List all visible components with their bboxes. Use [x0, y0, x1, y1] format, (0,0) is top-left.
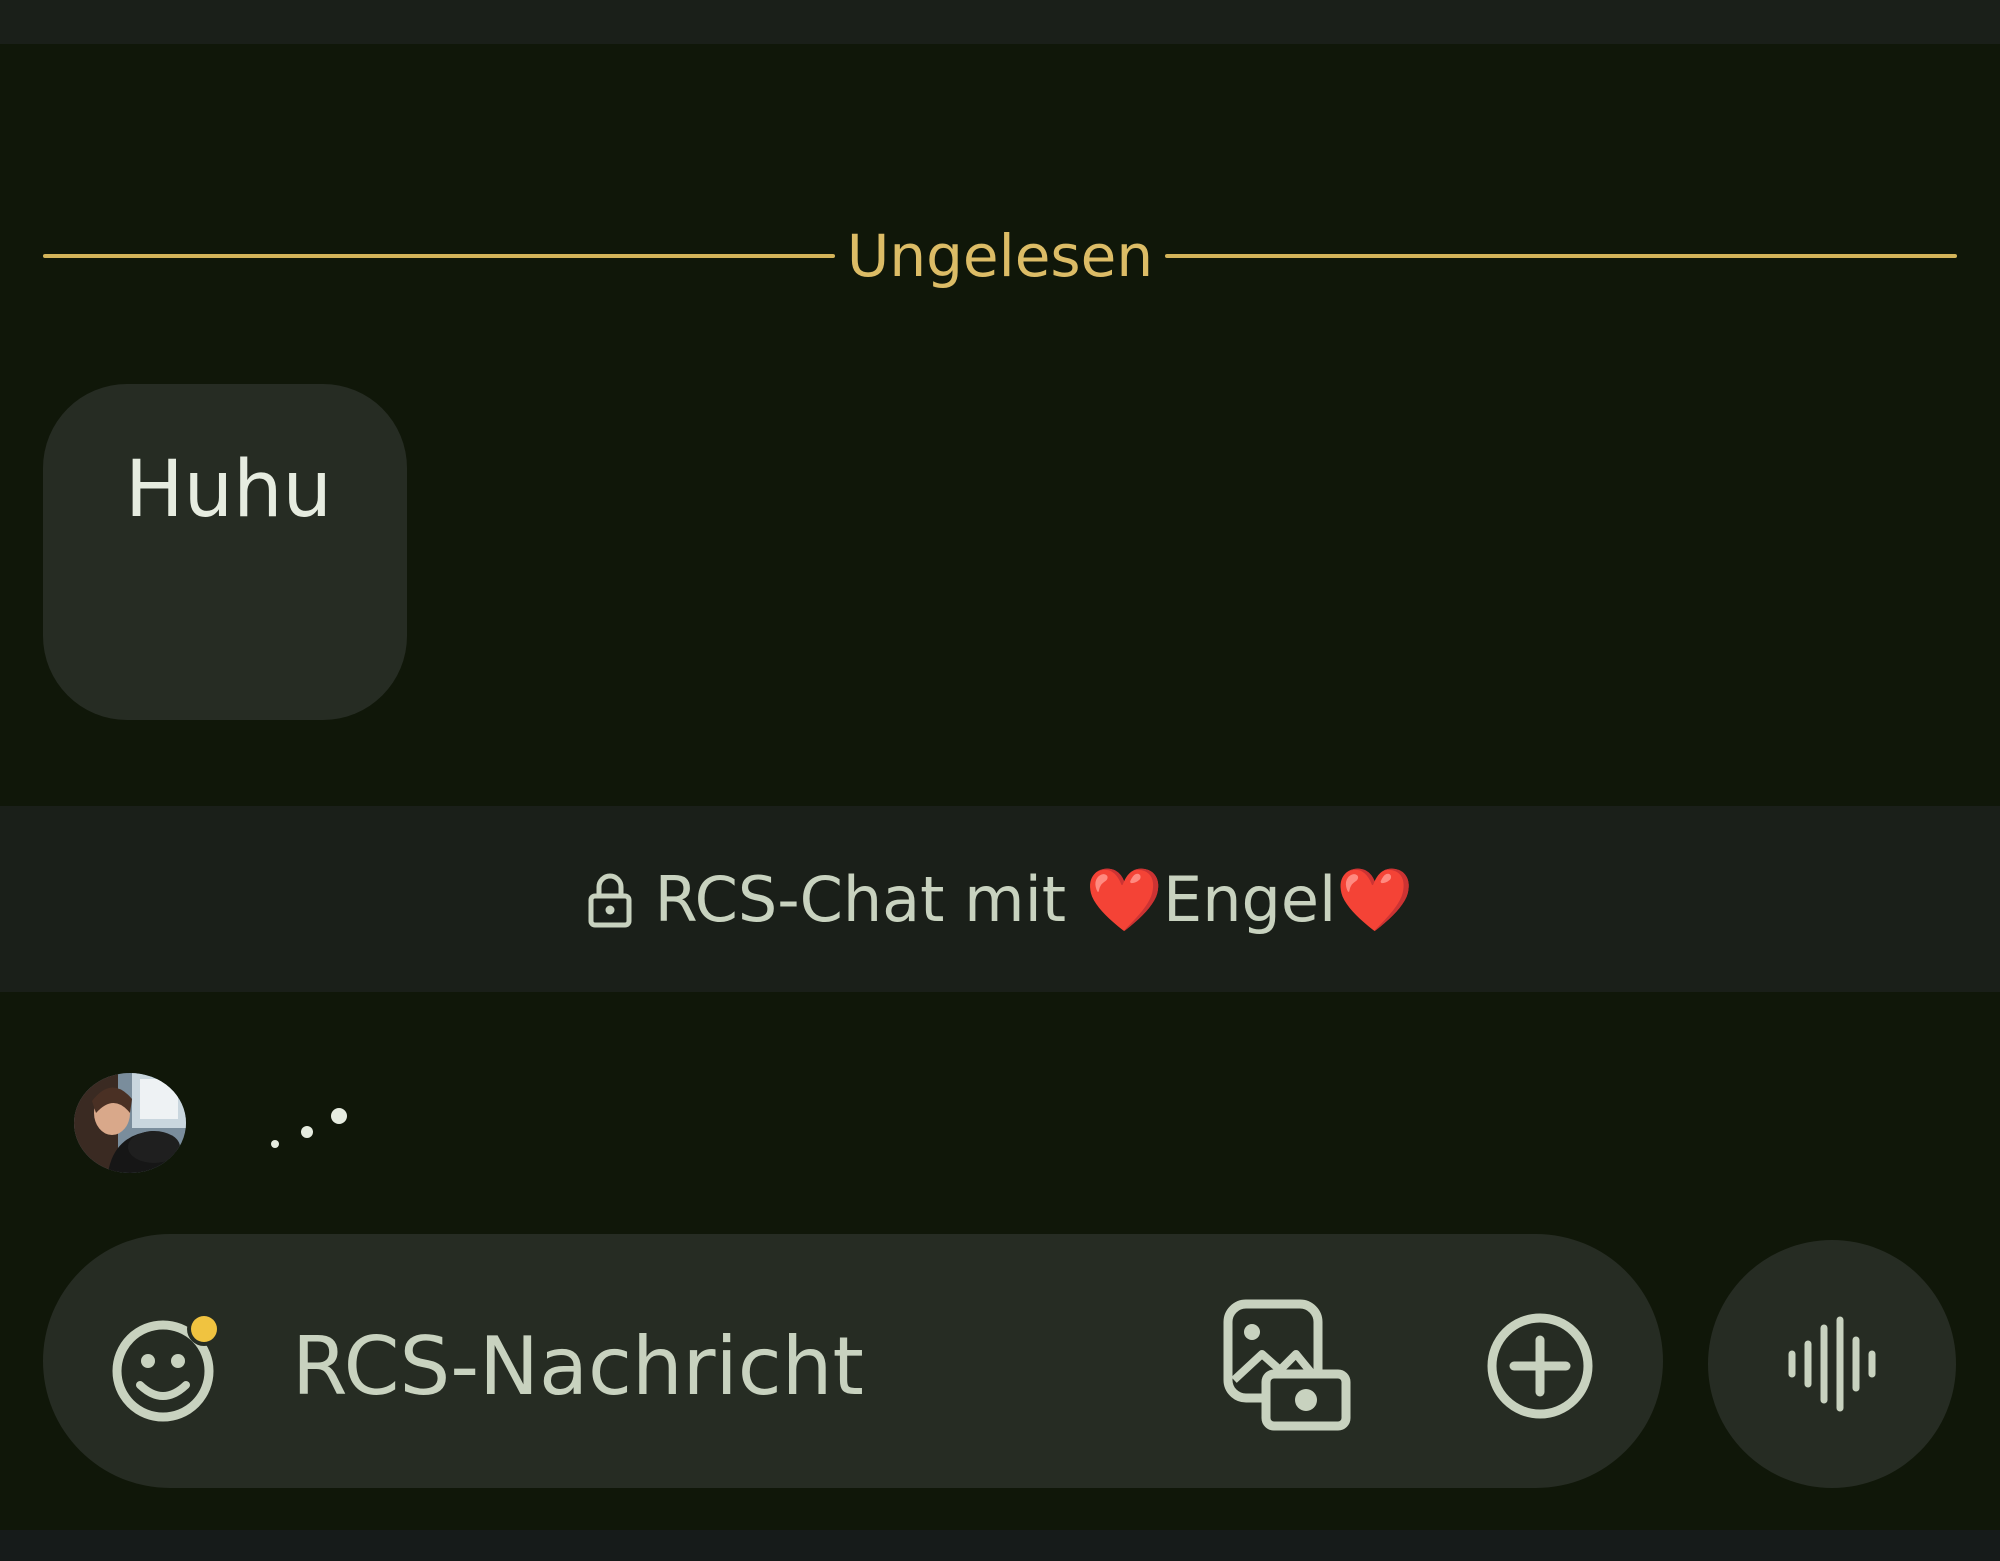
emoji-badge-dot: [191, 1316, 217, 1342]
incoming-message-text: Huhu: [125, 445, 332, 535]
emoji-icon[interactable]: [108, 1305, 228, 1425]
incoming-message-bubble[interactable]: [43, 384, 407, 720]
lock-icon: [588, 873, 632, 928]
voice-waveform-icon: [1788, 1316, 1876, 1412]
navigation-bar: [0, 1530, 2000, 1561]
chat-info-text: RCS-Chat mit ❤️Engel❤️: [654, 863, 1414, 936]
unread-divider-label: Ungelesen: [846, 222, 1154, 290]
contact-avatar-image: [74, 1073, 186, 1173]
top-bar: [0, 0, 2000, 44]
chat-info-row: RCS-Chat mit ❤️Engel❤️: [0, 862, 2000, 938]
message-input[interactable]: [292, 1316, 1172, 1416]
plus-circle-icon[interactable]: [1484, 1310, 1596, 1422]
voice-message-button[interactable]: [1708, 1240, 1956, 1488]
unread-divider-line-right: [1165, 254, 1957, 258]
contact-avatar[interactable]: [74, 1073, 186, 1173]
unread-divider-line-left: [43, 254, 835, 258]
chat-screen: Ungelesen Huhu RCS-Chat mit ❤️Engel❤️: [0, 0, 2000, 1561]
gallery-icon[interactable]: [1222, 1298, 1352, 1432]
typing-dots-icon: [271, 1108, 347, 1148]
